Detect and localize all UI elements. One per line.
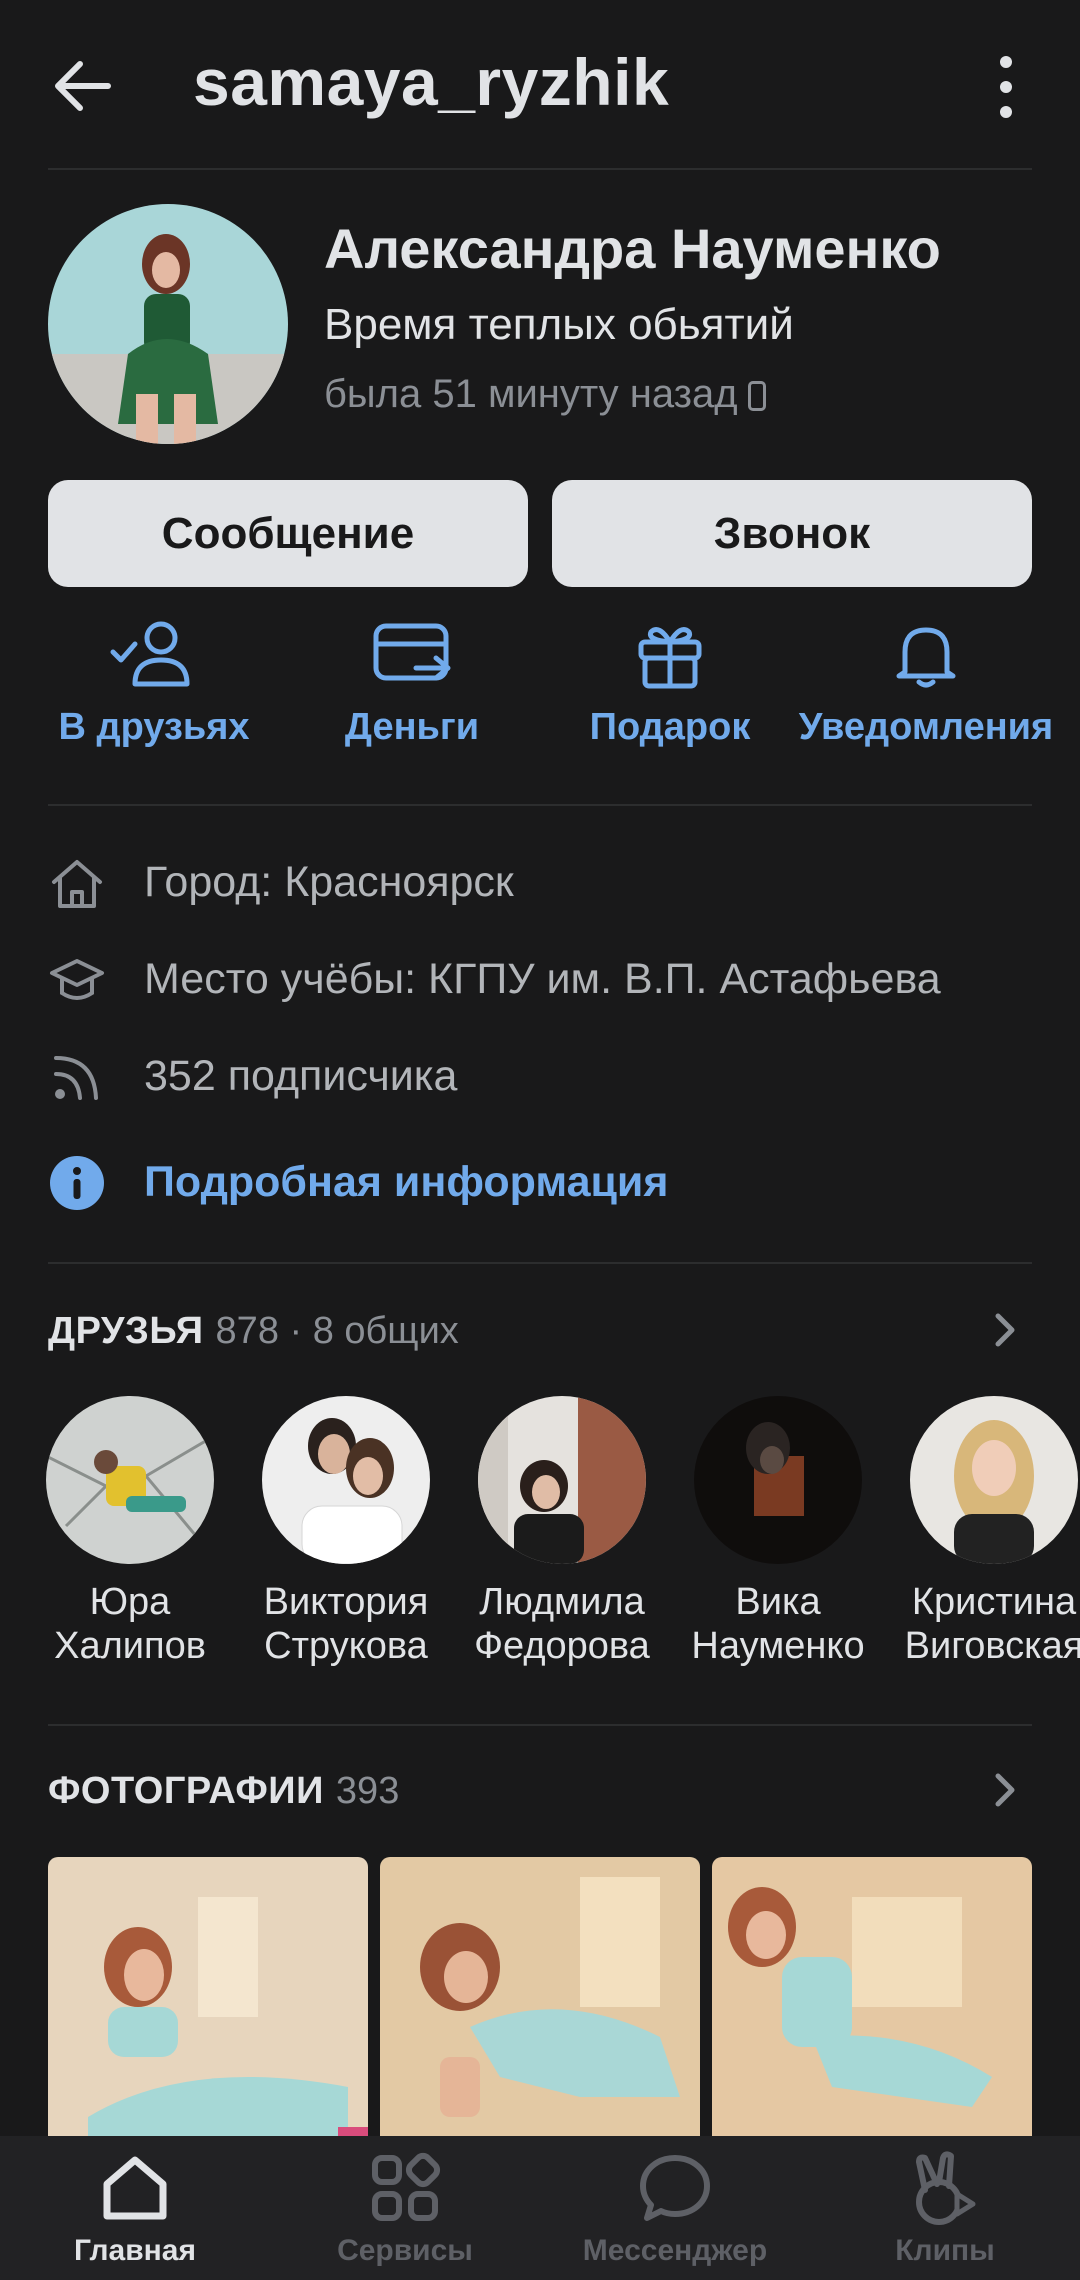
- graduation-cap-icon: [50, 959, 104, 1000]
- clips-icon: [916, 2151, 976, 2225]
- profile-avatar[interactable]: [48, 204, 288, 444]
- friend-first-name: Людмила: [479, 1581, 645, 1623]
- friend-first-name: Вика: [735, 1581, 821, 1623]
- friends-title: ДРУЗЬЯ: [48, 1310, 204, 1352]
- divider: [48, 1262, 1032, 1264]
- friend-item[interactable]: Вика Науменко: [678, 1396, 878, 1668]
- photo-thumbnail[interactable]: [712, 1857, 1032, 2157]
- photos-header[interactable]: ФОТОГРАФИИ 393: [48, 1770, 399, 1813]
- friend-last-name: Струкова: [264, 1625, 428, 1667]
- friend-last-name: Науменко: [691, 1625, 865, 1667]
- friend-first-name: Кристина: [911, 1581, 1077, 1623]
- photos-count: 393: [335, 1770, 400, 1812]
- profile-name: Александра Науменко: [324, 217, 941, 280]
- action-friends-label: В друзьях: [58, 706, 250, 748]
- tab-clips-label: Клипы: [895, 2234, 995, 2267]
- action-friends[interactable]: В друзьях: [24, 620, 284, 749]
- friend-item[interactable]: Людмила Федорова: [462, 1396, 662, 1668]
- friend-avatar: [46, 1396, 214, 1564]
- info-icon: [50, 1156, 104, 1210]
- divider: [48, 804, 1032, 806]
- friend-name: Вика Науменко: [678, 1580, 878, 1668]
- friends-count: 878 · 8 общих: [215, 1310, 459, 1352]
- profile-username: samaya_ryzhik: [193, 45, 670, 119]
- tab-messenger-label: Мессенджер: [582, 2234, 768, 2267]
- bell-icon: [896, 627, 956, 688]
- last-seen-text: была 51 минуту назад: [324, 372, 738, 416]
- info-details-link: Подробная информация: [144, 1158, 669, 1206]
- top-bar: samaya_ryzhik: [0, 0, 1080, 170]
- info-city-text: Город: Красноярск: [144, 858, 514, 906]
- home-icon: [103, 2156, 167, 2220]
- friend-avatar: [694, 1396, 862, 1564]
- tab-clips[interactable]: Клипы: [810, 2150, 1080, 2268]
- friend-check-icon: [110, 621, 190, 687]
- tab-messenger[interactable]: Мессенджер: [540, 2150, 810, 2268]
- rss-icon: [54, 1056, 98, 1100]
- friend-item[interactable]: Кристина Виговская: [894, 1396, 1080, 1668]
- back-arrow-icon[interactable]: [48, 50, 120, 122]
- mobile-phone-icon: [747, 381, 766, 411]
- more-options-icon[interactable]: [990, 52, 1022, 122]
- chevron-right-icon[interactable]: [990, 1310, 1020, 1350]
- friend-name: Виктория Струкова: [246, 1580, 446, 1668]
- services-icon: [372, 2152, 441, 2221]
- action-notifications[interactable]: Уведомления: [796, 620, 1056, 749]
- info-followers-text: 352 подписчика: [144, 1052, 458, 1100]
- info-details[interactable]: Подробная информация: [48, 1146, 1048, 1216]
- friend-avatar: [478, 1396, 646, 1564]
- info-city: Город: Красноярск: [48, 846, 1048, 916]
- divider: [48, 168, 1032, 170]
- action-money-label: Деньги: [344, 706, 480, 748]
- tab-home-label: Главная: [73, 2234, 196, 2267]
- info-education: Место учёбы: КГПУ им. В.П. Астафьева: [48, 943, 1048, 1013]
- friend-avatar: [262, 1396, 430, 1564]
- info-followers[interactable]: 352 подписчика: [48, 1040, 1048, 1110]
- message-button[interactable]: Сообщение: [48, 480, 528, 587]
- profile-status: Время теплых обьятий: [324, 300, 794, 349]
- last-seen: была 51 минуту назад: [324, 372, 766, 417]
- action-notifications-label: Уведомления: [798, 706, 1054, 748]
- divider: [48, 1724, 1032, 1726]
- action-gift-label: Подарок: [589, 706, 751, 748]
- friend-last-name: Халипов: [54, 1625, 206, 1667]
- tab-services-label: Сервисы: [337, 2234, 473, 2267]
- friend-name: Юра Халипов: [30, 1580, 230, 1668]
- friend-first-name: Виктория: [263, 1581, 429, 1623]
- tab-home[interactable]: Главная: [0, 2150, 270, 2268]
- friend-avatar: [910, 1396, 1078, 1564]
- bottom-tab-bar: Главная Сервисы Мессенджер Клипы: [0, 2136, 1080, 2280]
- friend-name: Кристина Виговская: [894, 1580, 1080, 1668]
- call-button[interactable]: Звонок: [552, 480, 1032, 587]
- money-transfer-icon: [373, 623, 451, 681]
- friend-first-name: Юра: [89, 1581, 171, 1623]
- friend-last-name: Виговская: [904, 1625, 1080, 1667]
- photos-title: ФОТОГРАФИИ: [48, 1770, 324, 1812]
- home-outline-icon: [52, 860, 102, 908]
- friend-last-name: Федорова: [474, 1625, 650, 1667]
- action-money[interactable]: Деньги: [282, 620, 542, 749]
- action-gift[interactable]: Подарок: [540, 620, 800, 749]
- info-education-text: Место учёбы: КГПУ им. В.П. Астафьева: [144, 955, 941, 1003]
- photo-thumbnail[interactable]: [380, 1857, 700, 2157]
- friend-item[interactable]: Виктория Струкова: [246, 1396, 446, 1668]
- friend-item[interactable]: Юра Халипов: [30, 1396, 230, 1668]
- friend-name: Людмила Федорова: [462, 1580, 662, 1668]
- photo-thumbnail[interactable]: [48, 1857, 368, 2157]
- chevron-right-icon[interactable]: [990, 1770, 1020, 1810]
- messenger-icon: [640, 2155, 710, 2221]
- gift-icon: [638, 627, 702, 689]
- friends-header[interactable]: ДРУЗЬЯ 878 · 8 общих: [48, 1310, 459, 1353]
- tab-services[interactable]: Сервисы: [270, 2150, 540, 2268]
